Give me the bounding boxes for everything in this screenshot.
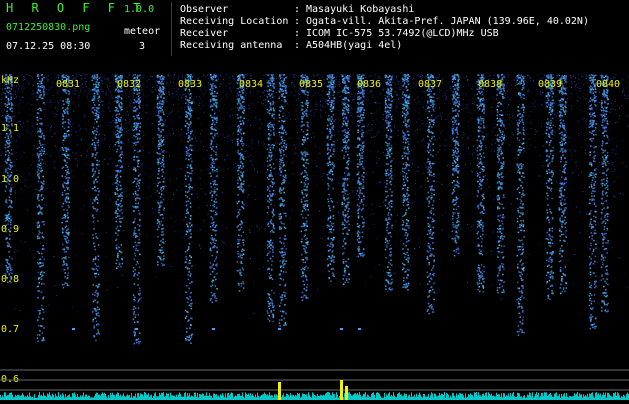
info-colon: :	[294, 16, 300, 28]
info-value: Masayuki Kobayashi	[306, 4, 414, 16]
info-label: Receiving antenna	[180, 40, 282, 52]
spectrogram-canvas	[0, 74, 629, 366]
info-colon: :	[294, 4, 300, 16]
app-version: 1.0.0	[124, 4, 154, 16]
time-label: 0833	[178, 80, 202, 90]
y-tick: 1.1	[1, 124, 19, 134]
time-label: 0836	[357, 80, 381, 90]
y-axis-unit: kHz	[1, 75, 19, 86]
info-colon: :	[294, 40, 300, 52]
time-label: 0838	[478, 80, 502, 90]
y-tick: 1.0	[1, 175, 19, 185]
info-value: Ogata-vill. Akita-Pref. JAPAN (139.96E, …	[306, 16, 589, 28]
info-label: Receiver	[180, 28, 228, 40]
spectrogram	[0, 74, 629, 366]
meteor-count: 3	[139, 41, 145, 53]
time-label: 0834	[239, 80, 263, 90]
meteor-label: meteor	[124, 26, 160, 38]
timestamp: 07.12.25 08:30	[6, 41, 90, 53]
time-label: 0839	[538, 80, 562, 90]
time-label: 0837	[418, 80, 442, 90]
activity-bar	[0, 366, 629, 400]
info-value: ICOM IC-575 53.7492(@LCD)MHz USB	[306, 28, 499, 40]
activity-graph	[0, 366, 629, 400]
info-value: A504HB(yagi 4el)	[306, 40, 402, 52]
time-label: 0832	[117, 80, 141, 90]
time-label: 0835	[299, 80, 323, 90]
time-label: 0831	[56, 80, 80, 90]
y-tick: 0.9	[1, 225, 19, 235]
header-divider	[171, 2, 172, 56]
info-label: Receiving Location	[180, 16, 288, 28]
hroft-window: H R O F F T 1.0.0 0712250830.png meteor …	[0, 0, 629, 400]
file-name: 0712250830.png	[6, 22, 90, 34]
info-colon: :	[294, 28, 300, 40]
y-tick: 0.7	[1, 325, 19, 335]
time-label: 0840	[596, 80, 620, 90]
y-tick: 0.8	[1, 275, 19, 285]
info-label: Observer	[180, 4, 228, 16]
